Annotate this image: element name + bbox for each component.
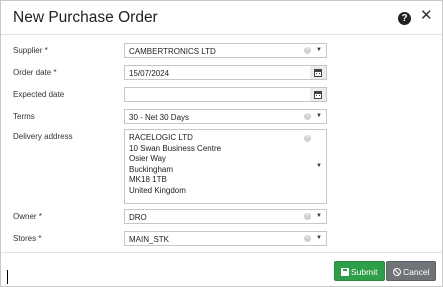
terms-select[interactable]: 30 - Net 30 Days × ▼ [124, 109, 327, 124]
terms-label: Terms [13, 112, 35, 121]
address-line: RACELOGIC LTD [129, 133, 193, 142]
dialog-header: New Purchase Order ? ✕ [1, 1, 442, 35]
clear-x-icon[interactable]: × [304, 47, 311, 54]
clear-x-icon[interactable]: × [304, 235, 311, 242]
terms-value: 30 - Net 30 Days [129, 113, 190, 122]
submit-button[interactable]: Submit [334, 261, 385, 281]
expected-date-input[interactable] [124, 87, 311, 102]
help-icon[interactable]: ? [398, 12, 411, 25]
caret-down-icon[interactable]: ▼ [316, 235, 322, 241]
stores-label: Stores * [13, 234, 42, 243]
calendar-icon [314, 69, 322, 77]
clear-x-icon[interactable]: × [304, 135, 311, 142]
clear-x-icon[interactable]: × [304, 213, 311, 220]
stores-value: MAIN_STK [129, 235, 170, 244]
order-date-label: Order date * [13, 68, 57, 77]
supplier-select[interactable]: CAMBERTRONICS LTD × ▼ [124, 43, 327, 58]
text-cursor [7, 270, 8, 284]
save-icon [341, 268, 349, 276]
owner-label: Owner * [13, 212, 42, 221]
footer-divider [1, 252, 442, 253]
address-line: Osier Way [129, 154, 167, 163]
supplier-value: CAMBERTRONICS LTD [129, 47, 216, 56]
address-line: United Kingdom [129, 185, 186, 195]
order-date-calendar-button[interactable] [310, 65, 327, 80]
close-icon[interactable]: ✕ [420, 8, 433, 23]
calendar-icon [314, 91, 322, 99]
cancel-label: Cancel [403, 267, 430, 277]
expected-date-calendar-button[interactable] [310, 87, 327, 102]
submit-label: Submit [351, 267, 378, 277]
delivery-address-select[interactable]: RACELOGIC LTD 10 Swan Business Centre Os… [124, 129, 327, 204]
caret-down-icon[interactable]: ▼ [316, 113, 322, 119]
order-date-value: 15/07/2024 [129, 69, 170, 78]
ban-icon [393, 268, 401, 276]
owner-value: DRO [129, 213, 147, 222]
cancel-button[interactable]: Cancel [386, 261, 436, 281]
order-date-input[interactable]: 15/07/2024 [124, 65, 311, 80]
caret-down-icon[interactable]: ▼ [316, 47, 322, 53]
caret-down-icon[interactable]: ▼ [316, 163, 322, 169]
owner-select[interactable]: DRO × ▼ [124, 209, 327, 224]
clear-x-icon[interactable]: × [304, 113, 311, 120]
delivery-address-label: Delivery address [13, 132, 73, 141]
delivery-address-lines: RACELOGIC LTD 10 Swan Business Centre Os… [129, 133, 221, 196]
new-purchase-order-dialog: New Purchase Order ? ✕ Supplier * CAMBER… [0, 0, 443, 287]
address-line: Buckingham [129, 164, 174, 174]
stores-select[interactable]: MAIN_STK × ▼ [124, 231, 327, 246]
dialog-title: New Purchase Order [13, 9, 158, 26]
supplier-label: Supplier * [13, 46, 48, 55]
caret-down-icon[interactable]: ▼ [316, 213, 322, 219]
address-line: 10 Swan Business Centre [129, 143, 222, 153]
address-line: MK18 1TB [129, 175, 167, 184]
expected-date-label: Expected date [13, 90, 65, 99]
